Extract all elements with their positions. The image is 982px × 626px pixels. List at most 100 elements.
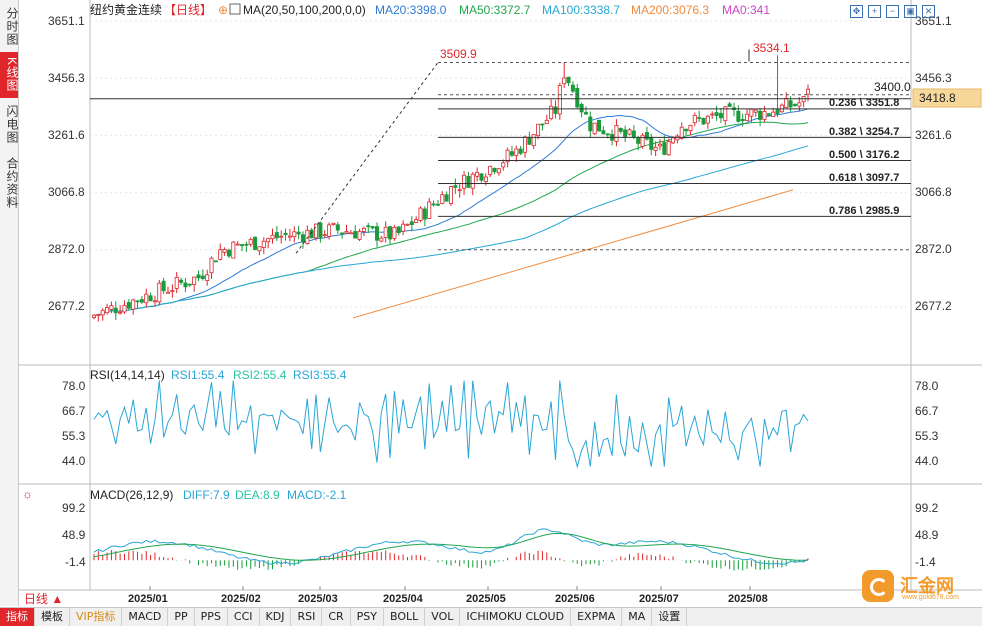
tab-flash[interactable]: 闪电图 — [0, 102, 19, 146]
tab-macd[interactable]: MACD — [122, 608, 169, 626]
candle-body — [327, 224, 332, 237]
tab-cci[interactable]: CCI — [228, 608, 260, 626]
close-icon[interactable]: ✕ — [922, 5, 935, 18]
candle-body — [200, 275, 205, 279]
candle-body — [483, 176, 488, 183]
candle-body — [701, 117, 706, 125]
zoom-in-icon[interactable]: + — [868, 5, 881, 18]
tab-pp[interactable]: PP — [168, 608, 195, 626]
candle-body — [257, 246, 262, 252]
macd-tick-right: 48.9 — [915, 528, 939, 542]
candle-body — [457, 189, 462, 192]
candle-body — [353, 231, 358, 239]
candle-body — [679, 126, 684, 139]
candle-body — [414, 219, 419, 223]
candle-body — [431, 203, 436, 206]
candle-body — [575, 87, 580, 108]
candle-body — [148, 295, 153, 302]
sun-icon[interactable]: ☼ — [22, 487, 33, 501]
candle-body — [300, 234, 305, 242]
candle-body — [671, 137, 676, 144]
fit-icon[interactable]: ▣ — [904, 5, 917, 18]
ma20-value: MA20:3398.0 — [375, 3, 447, 17]
move-icon[interactable]: ✥ — [850, 5, 863, 18]
candle-body — [370, 226, 375, 229]
tab-vip-indicators[interactable]: VIP指标 — [70, 608, 123, 626]
macd-tick: 99.2 — [62, 501, 86, 515]
x-label: 2025/03 — [298, 593, 338, 605]
tab-timeshare[interactable]: 分时图 — [0, 4, 19, 48]
tab-cr[interactable]: CR — [322, 608, 351, 626]
price-tick-left: 2872.0 — [48, 242, 85, 256]
candle-body — [331, 222, 336, 225]
tab-settings[interactable]: 设置 — [652, 608, 688, 626]
candle-body — [440, 194, 445, 204]
candle-body — [366, 225, 371, 228]
candle-body — [396, 226, 401, 234]
tab-vol[interactable]: VOL — [425, 608, 461, 626]
candle-body — [727, 103, 732, 107]
candle-body — [135, 300, 140, 303]
indicator-icon[interactable] — [229, 3, 241, 15]
candle-body — [788, 100, 793, 108]
x-label: 2025/07 — [639, 593, 679, 605]
tab-contract-info[interactable]: 合约资料 — [0, 152, 19, 214]
tab-kline[interactable]: K线图 — [0, 52, 19, 98]
candle-body — [274, 232, 279, 239]
period-label: 【日线】 — [164, 3, 212, 17]
zoom-out-icon[interactable]: − — [886, 5, 899, 18]
candle-body — [579, 103, 584, 113]
price-tick-right: 3456.3 — [915, 71, 952, 85]
candle-body — [570, 84, 575, 92]
candle-body — [745, 113, 750, 121]
candle-body — [218, 249, 223, 260]
candle-body — [640, 134, 645, 147]
candle-body — [692, 115, 697, 124]
tab-expma[interactable]: EXPMA — [571, 608, 623, 626]
macd-dea-line — [93, 532, 808, 561]
rsi-tick: 78.0 — [62, 379, 86, 393]
candle-body — [549, 105, 554, 119]
macd-dea-value: DEA:8.9 — [235, 488, 280, 502]
macd-diff-value: DIFF:7.9 — [183, 488, 230, 502]
candle-body — [113, 307, 118, 314]
candle-body — [105, 307, 110, 314]
candle-body — [644, 131, 649, 140]
candle-body — [527, 136, 532, 145]
candle-body — [388, 226, 393, 240]
candle-body — [714, 112, 719, 116]
tab-kdj[interactable]: KDJ — [260, 608, 292, 626]
candle-body — [131, 299, 136, 310]
candle-body — [100, 309, 105, 316]
candle-body — [122, 304, 127, 313]
rsi1-value: RSI1:55.4 — [171, 368, 225, 382]
candle-body — [657, 143, 662, 147]
period-selector[interactable]: 日线 ▲ — [20, 592, 68, 606]
candle-body — [222, 249, 227, 253]
tab-psy[interactable]: PSY — [351, 608, 385, 626]
candle-body — [697, 117, 702, 119]
candle-body — [618, 128, 623, 132]
candle-body — [283, 232, 288, 236]
candle-body — [213, 260, 218, 263]
price-tick-left: 2677.2 — [48, 299, 85, 313]
tab-rsi[interactable]: RSI — [291, 608, 323, 626]
x-label: 2025/04 — [383, 593, 424, 605]
price-tick-right: 2872.0 — [915, 242, 952, 256]
candle-body — [279, 235, 284, 238]
tab-ma[interactable]: MA — [622, 608, 653, 626]
candle-body — [758, 110, 763, 120]
macd-tick: -1.4 — [65, 555, 86, 569]
tab-indicators[interactable]: 指标 — [0, 608, 35, 626]
tab-pps[interactable]: PPS — [195, 608, 228, 626]
x-label: 2025/06 — [555, 593, 595, 605]
fib-label-0786: 0.786 \ 2985.9 — [829, 205, 899, 217]
candle-body — [501, 162, 506, 168]
tab-ichimoku[interactable]: ICHIMOKU CLOUD — [460, 608, 572, 626]
tab-boll[interactable]: BOLL — [384, 608, 426, 626]
tab-templates[interactable]: 模板 — [35, 608, 70, 626]
ma20-line — [93, 108, 809, 316]
rsi-tick-right: 66.7 — [915, 404, 939, 418]
rsi-tick: 55.3 — [62, 429, 86, 443]
chart-area[interactable]: 纽约黄金连续 【日线】 ⊕ MA(20,50,100,200,0,0) MA20… — [18, 0, 982, 606]
